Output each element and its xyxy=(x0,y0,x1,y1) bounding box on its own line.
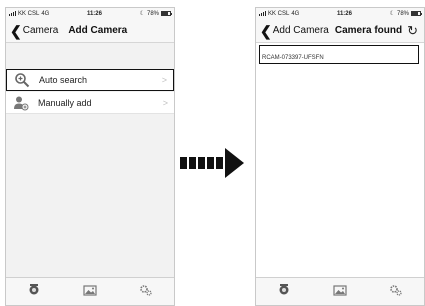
tab-camera[interactable] xyxy=(27,283,41,301)
status-right: ☾ 78% xyxy=(389,10,422,17)
moon-icon: ☾ xyxy=(389,11,395,17)
status-left: KK CSL 4G xyxy=(259,11,299,17)
battery-icon xyxy=(161,11,172,16)
chevron-left-icon: ❮ xyxy=(10,22,22,39)
person-add-icon xyxy=(12,95,30,111)
chevron-right-icon: > xyxy=(161,75,167,85)
camera-icon xyxy=(27,283,41,301)
moon-icon: ☾ xyxy=(139,11,145,17)
auto-search-row[interactable]: Auto search > xyxy=(6,69,174,91)
chevron-left-icon: ❮ xyxy=(260,22,272,39)
arrow-head xyxy=(225,148,244,178)
battery-percent: 78% xyxy=(146,10,159,17)
carrier-label: KK CSL xyxy=(268,10,290,17)
status-right: ☾ 78% xyxy=(139,10,172,17)
arrow-right-icon xyxy=(180,148,244,178)
status-left: KK CSL 4G xyxy=(9,11,49,17)
arrow-segment xyxy=(207,157,214,169)
tab-bar xyxy=(256,277,424,305)
camera-icon xyxy=(277,283,291,301)
battery-percent: 78% xyxy=(396,10,409,17)
gallery-icon xyxy=(333,283,347,301)
page-title: Camera found xyxy=(334,25,403,36)
auto-search-label: Auto search xyxy=(39,75,88,85)
settings-gears-icon xyxy=(139,283,153,301)
chevron-right-icon: > xyxy=(162,97,168,108)
arrow-segment xyxy=(216,157,223,169)
manually-add-label: Manually add xyxy=(38,97,92,108)
nav-bar: ❮ Camera Add Camera xyxy=(6,19,174,43)
found-camera-list: RCAM-073397-UFSFN xyxy=(256,43,424,279)
status-bar: KK CSL 4G 11:26 ☾ 78% xyxy=(256,8,424,19)
gallery-icon xyxy=(83,283,97,301)
network-label: 4G xyxy=(41,10,50,17)
arrow-segment xyxy=(189,157,196,169)
magnifier-plus-icon xyxy=(13,72,31,88)
phone-screen-add-camera: KK CSL 4G 11:26 ☾ 78% ❮ Camera Add Camer… xyxy=(5,7,175,306)
tab-camera[interactable] xyxy=(277,283,291,301)
page-title: Add Camera xyxy=(68,25,128,36)
back-button[interactable]: ❮ Add Camera xyxy=(260,22,329,39)
main-content: Auto search > Manually add > xyxy=(6,43,174,279)
back-label: Add Camera xyxy=(272,25,329,36)
refresh-icon[interactable]: ↻ xyxy=(407,23,418,39)
camera-id: RCAM-073397-UFSFN xyxy=(262,55,324,61)
back-label: Camera xyxy=(22,25,59,36)
manually-add-row[interactable]: Manually add > xyxy=(6,92,174,114)
tab-gallery[interactable] xyxy=(83,283,97,301)
clock: 11:26 xyxy=(86,10,102,17)
phone-screen-camera-found: KK CSL 4G 11:26 ☾ 78% ❮ Add Camera Camer… xyxy=(255,7,425,306)
settings-gears-icon xyxy=(389,283,403,301)
arrow-segment xyxy=(198,157,205,169)
tab-gallery[interactable] xyxy=(333,283,347,301)
back-button[interactable]: ❮ Camera xyxy=(10,22,59,39)
tab-bar xyxy=(6,277,174,305)
nav-bar: ❮ Add Camera Camera found ↻ xyxy=(256,19,424,43)
signal-icon xyxy=(9,11,16,16)
found-camera-item[interactable]: RCAM-073397-UFSFN xyxy=(259,45,419,64)
status-bar: KK CSL 4G 11:26 ☾ 78% xyxy=(6,8,174,19)
network-label: 4G xyxy=(291,10,300,17)
clock: 11:26 xyxy=(336,10,352,17)
arrow-segment xyxy=(180,157,187,169)
battery-icon xyxy=(411,11,422,16)
tab-settings[interactable] xyxy=(389,283,403,301)
carrier-label: KK CSL xyxy=(18,10,40,17)
tab-settings[interactable] xyxy=(139,283,153,301)
signal-icon xyxy=(259,11,266,16)
